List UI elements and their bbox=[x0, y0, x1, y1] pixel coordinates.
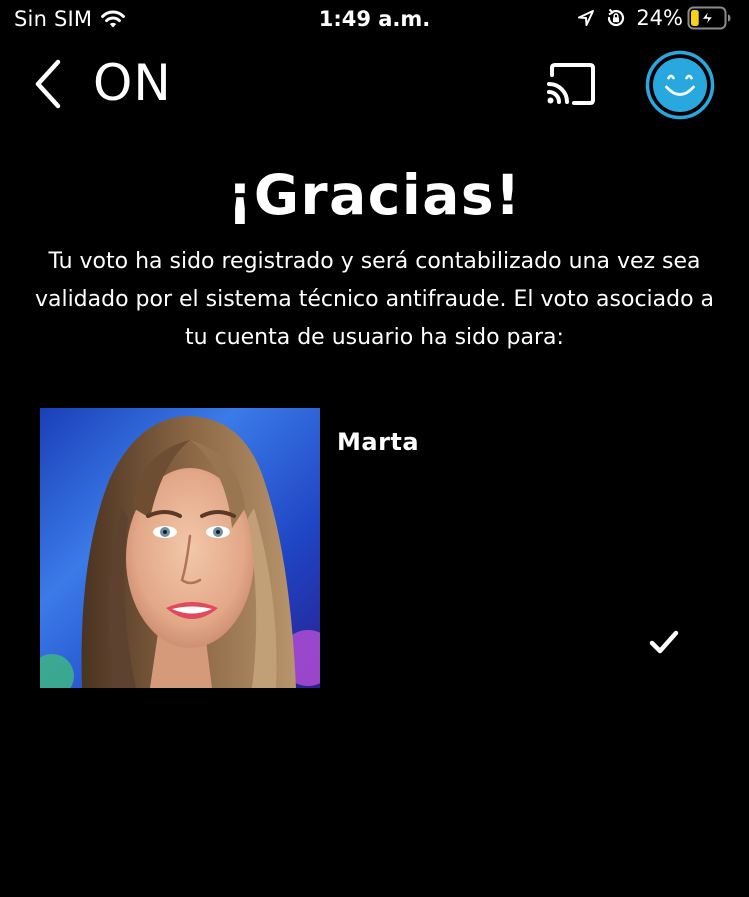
candidate-name: Marta bbox=[337, 428, 420, 456]
battery-charging-icon bbox=[687, 6, 731, 30]
status-right: 24% bbox=[576, 6, 733, 30]
page-title: ¡Gracias! bbox=[227, 163, 522, 227]
back-chevron-icon bbox=[35, 59, 61, 109]
status-bar: Sin SIM 1:49 a.m. 24% bbox=[0, 0, 749, 40]
profile-button[interactable] bbox=[645, 50, 715, 120]
app-logo: ON bbox=[93, 54, 172, 112]
candidate-photo bbox=[40, 408, 320, 688]
rotation-lock-icon bbox=[608, 8, 625, 27]
cast-button[interactable] bbox=[540, 58, 602, 110]
confirmation-message: Tu voto ha sido registrado y será contab… bbox=[34, 249, 715, 350]
battery-percentage: 24% bbox=[636, 6, 683, 30]
smiley-profile-icon bbox=[645, 50, 715, 120]
candidate-card[interactable]: Marta bbox=[40, 408, 710, 688]
nav-bar: ON bbox=[0, 40, 749, 130]
checkmark-icon bbox=[649, 630, 679, 654]
back-button[interactable] bbox=[24, 54, 72, 114]
cast-icon bbox=[547, 63, 595, 105]
location-arrow-icon bbox=[578, 10, 595, 26]
